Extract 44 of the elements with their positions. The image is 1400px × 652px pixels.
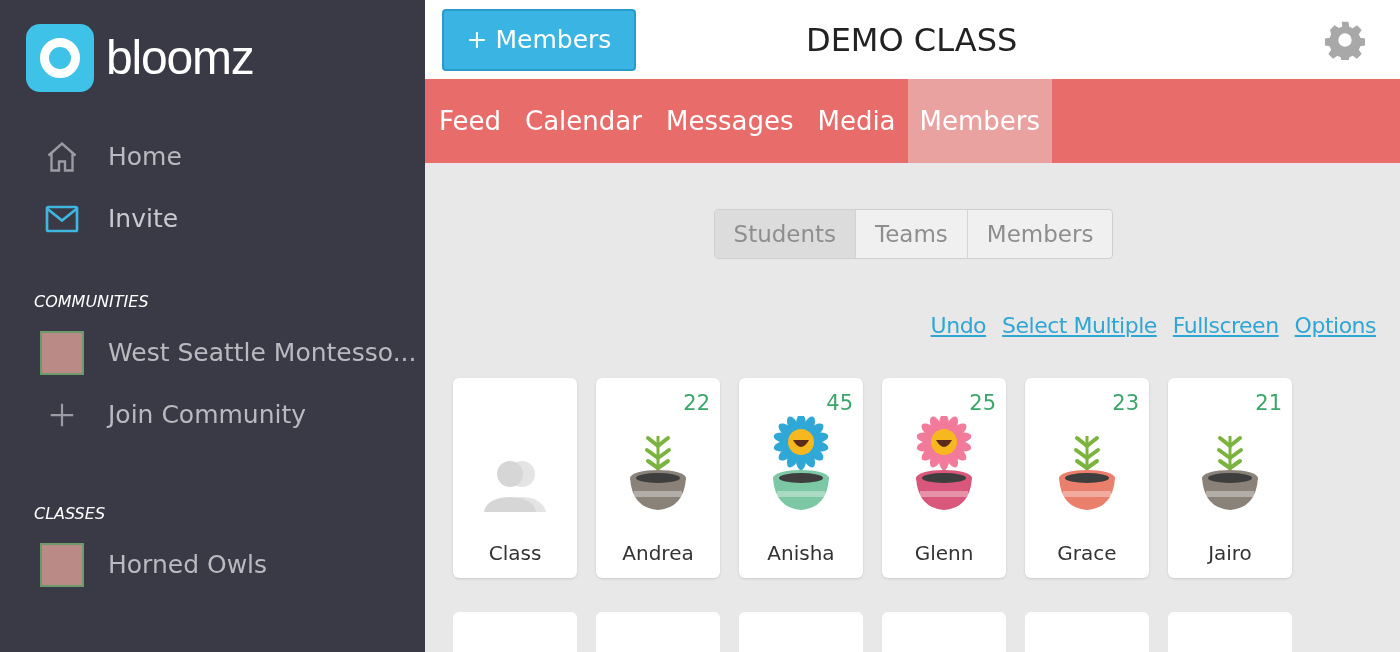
sidebar-item[interactable]: West Seattle Montesso... bbox=[0, 322, 425, 384]
settings-icon[interactable] bbox=[1325, 19, 1365, 60]
segment-button[interactable]: Students bbox=[714, 210, 856, 258]
segment-button[interactable]: Teams bbox=[855, 210, 967, 258]
student-card[interactable]: Class bbox=[453, 378, 577, 578]
student-card[interactable]: 23 Grace bbox=[1025, 378, 1149, 578]
sidebar-item[interactable]: Invite bbox=[0, 188, 425, 250]
logo-text: bloomz bbox=[106, 30, 254, 86]
student-name: Glenn bbox=[914, 540, 974, 567]
student-card[interactable]: 21 Jairo bbox=[1168, 378, 1292, 578]
student-card[interactable]: 45 Anisha bbox=[739, 378, 863, 578]
section-heading: CLASSES bbox=[33, 503, 107, 525]
segment-button[interactable]: Members bbox=[966, 210, 1113, 258]
tab[interactable]: Feed bbox=[427, 79, 514, 163]
thumbnail-image bbox=[40, 543, 84, 587]
class-title: DEMO CLASS bbox=[806, 19, 1018, 61]
points-count: 22 bbox=[683, 390, 710, 417]
points-count: 23 bbox=[1112, 390, 1139, 417]
tab[interactable]: Members bbox=[907, 79, 1053, 163]
sidebar-item[interactable]: Home bbox=[0, 126, 425, 188]
link[interactable]: Fullscreen bbox=[1172, 309, 1279, 342]
student-name: Jairo bbox=[1208, 540, 1252, 567]
student-name: Anisha bbox=[767, 540, 835, 567]
mail-icon bbox=[44, 204, 80, 234]
link[interactable]: Options bbox=[1294, 309, 1376, 342]
points-count: 25 bbox=[969, 390, 996, 417]
sidebar-item[interactable]: Join Community bbox=[0, 384, 425, 446]
points-count: 21 bbox=[1255, 390, 1282, 417]
points-count: 45 bbox=[826, 390, 853, 417]
link[interactable]: Undo bbox=[930, 309, 987, 342]
sidebar-item[interactable]: Horned Owls bbox=[0, 534, 425, 596]
tab[interactable]: Media bbox=[805, 79, 908, 163]
link[interactable]: Select Multiple bbox=[1002, 309, 1157, 342]
logo-icon bbox=[26, 24, 94, 92]
tab[interactable]: Calendar bbox=[513, 79, 654, 163]
student-name: Grace bbox=[1057, 540, 1117, 567]
section-heading: COMMUNITIES bbox=[33, 291, 150, 313]
student-name: Class bbox=[488, 540, 542, 567]
thumbnail-image bbox=[40, 331, 84, 375]
student-card[interactable]: 25 Glenn bbox=[882, 378, 1006, 578]
student-name: Andrea bbox=[622, 540, 694, 567]
add-members-button[interactable]: + Members bbox=[442, 8, 636, 71]
student-card[interactable]: 22 Andrea bbox=[596, 378, 720, 578]
tab[interactable]: Messages bbox=[653, 79, 806, 163]
